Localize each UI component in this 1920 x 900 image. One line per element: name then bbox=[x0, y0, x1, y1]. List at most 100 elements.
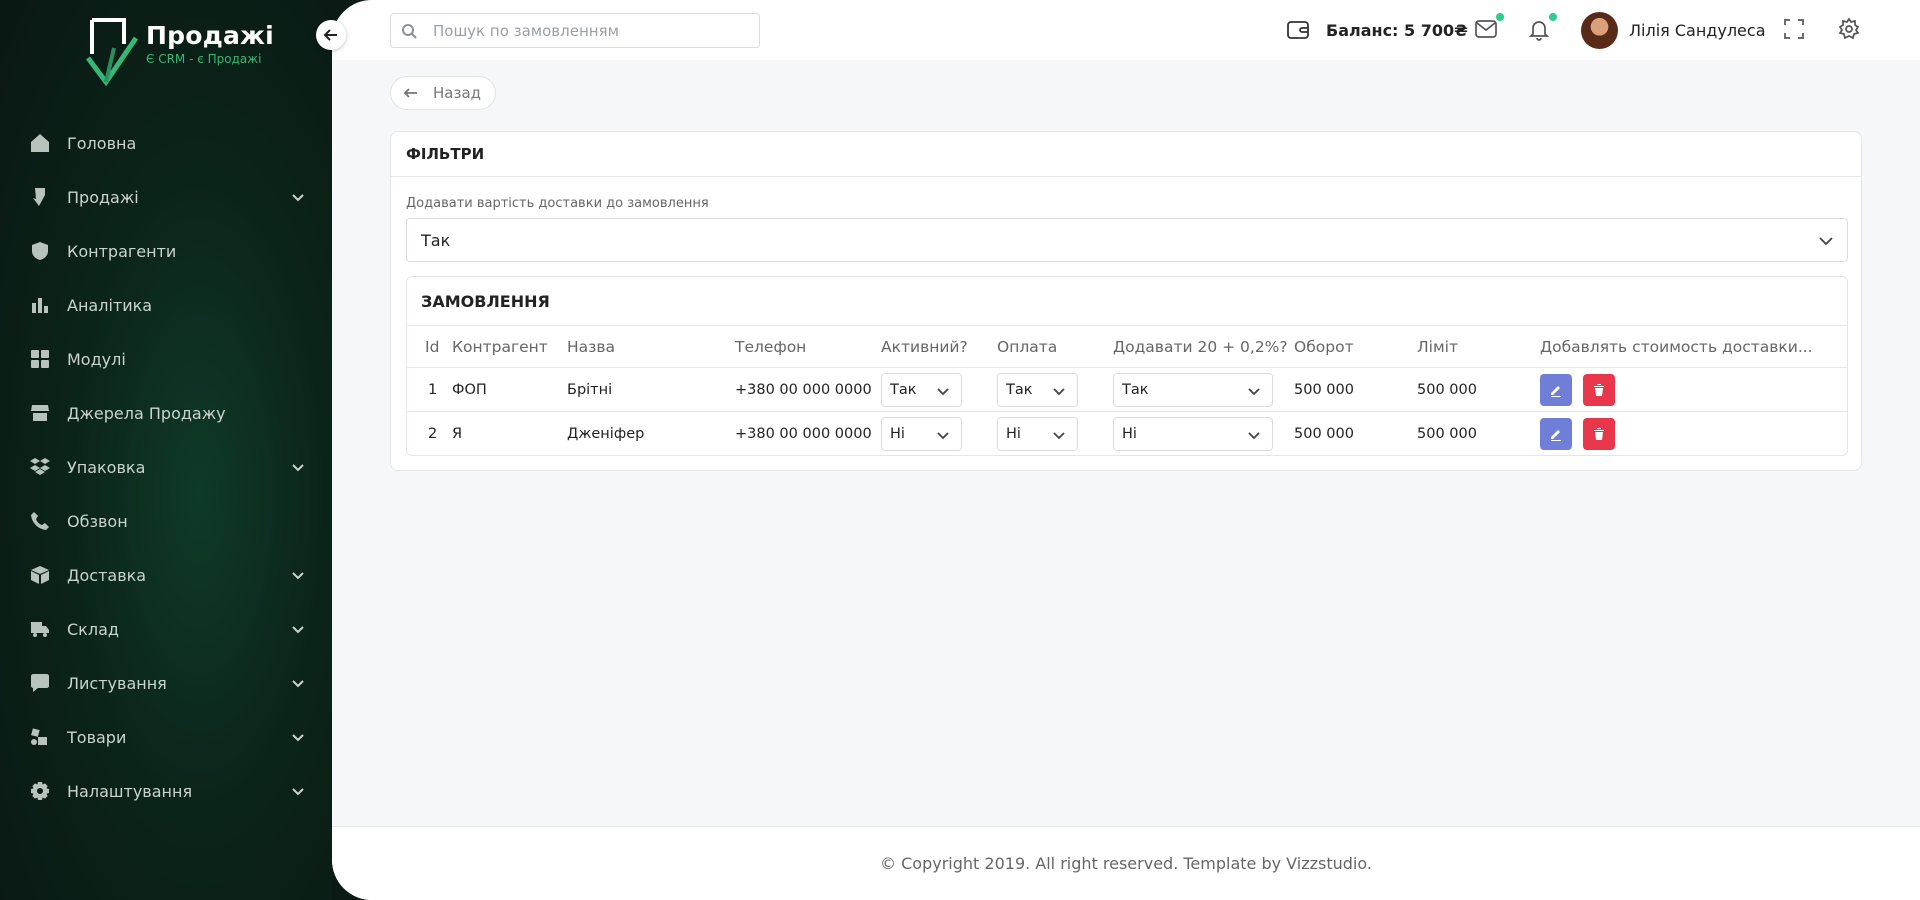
dropbox-icon bbox=[30, 457, 50, 477]
col-name[interactable]: Назва bbox=[567, 325, 735, 368]
user-menu[interactable]: Лілія Сандулеса bbox=[1581, 12, 1766, 49]
sidebar-item-label: Головна bbox=[67, 133, 137, 153]
sidebar-item-warehouse[interactable]: Склад bbox=[0, 602, 332, 656]
sidebar-item-sales-sources[interactable]: Джерела Продажу bbox=[0, 386, 332, 440]
add-fee-value: Ні bbox=[1122, 425, 1137, 442]
edit-button[interactable] bbox=[1540, 417, 1572, 450]
cell-active: Ні bbox=[881, 412, 997, 456]
active-select[interactable]: Ні bbox=[881, 416, 962, 451]
collapse-sidebar-button[interactable] bbox=[316, 20, 346, 50]
col-turnover[interactable]: Оборот bbox=[1294, 325, 1417, 368]
sidebar-nav: Головна Продажі Контрагенти Аналітика Мо… bbox=[0, 116, 332, 818]
sidebar-item-settings[interactable]: Налаштування bbox=[0, 764, 332, 818]
user-shield-icon bbox=[30, 241, 50, 261]
active-value: Ні bbox=[890, 425, 905, 442]
fullscreen-icon bbox=[1784, 19, 1804, 39]
user-name: Лілія Сандулеса bbox=[1629, 21, 1766, 40]
mail-icon bbox=[1475, 20, 1497, 38]
add-fee-select[interactable]: Так bbox=[1113, 372, 1273, 407]
orders-title: ЗАМОВЛЕННЯ bbox=[421, 291, 550, 311]
phone-icon bbox=[30, 511, 50, 531]
chevron-down-icon[interactable] bbox=[290, 675, 306, 691]
notifications-button[interactable] bbox=[1527, 13, 1557, 43]
sidebar-item-messages[interactable]: Листування bbox=[0, 656, 332, 710]
cell-actions bbox=[1540, 367, 1847, 412]
search-input[interactable] bbox=[433, 21, 733, 40]
col-payment[interactable]: Оплата bbox=[997, 325, 1113, 368]
payment-select[interactable]: Так bbox=[997, 372, 1078, 407]
back-button[interactable]: Назад bbox=[390, 76, 496, 110]
payment-value: Ні bbox=[1006, 425, 1021, 442]
sidebar-item-products[interactable]: Товари bbox=[0, 710, 332, 764]
sidebar-item-sales[interactable]: Продажі bbox=[0, 170, 332, 224]
col-active[interactable]: Активний? bbox=[881, 325, 997, 368]
payment-select[interactable]: Ні bbox=[997, 416, 1078, 451]
logo[interactable]: Продажі Є CRM - є Продажі bbox=[84, 18, 274, 86]
chevron-down-icon[interactable] bbox=[290, 729, 306, 745]
chevron-down-icon bbox=[1819, 237, 1833, 246]
chevron-down-icon bbox=[1053, 432, 1065, 440]
chevron-down-icon[interactable] bbox=[290, 783, 306, 799]
sidebar-item-counterparties[interactable]: Контрагенти bbox=[0, 224, 332, 278]
arrow-left-icon bbox=[323, 29, 337, 41]
chevron-down-icon[interactable] bbox=[290, 459, 306, 475]
col-limit[interactable]: Ліміт bbox=[1417, 325, 1540, 368]
col-phone[interactable]: Телефон bbox=[735, 325, 881, 368]
chart-icon bbox=[30, 295, 50, 315]
bell-icon bbox=[1528, 21, 1550, 41]
chevron-down-icon[interactable] bbox=[290, 567, 306, 583]
filters-card: ФІЛЬТРИ Додавати вартість доставки до за… bbox=[390, 131, 1862, 471]
avatar bbox=[1581, 12, 1618, 49]
main-content: Баланс: 5 700₴ Лілія Сандулеса Назад ФІЛ… bbox=[332, 0, 1920, 900]
cell-counterparty: ФОП bbox=[452, 367, 567, 412]
sidebar-item-modules[interactable]: Модулі bbox=[0, 332, 332, 386]
trash-icon bbox=[1593, 383, 1604, 396]
table-header-row: Id Контрагент Назва Телефон Активний? Оп… bbox=[407, 325, 1847, 368]
sidebar-item-label: Склад bbox=[67, 619, 119, 639]
delete-button[interactable] bbox=[1582, 417, 1615, 450]
edit-button[interactable] bbox=[1540, 373, 1572, 406]
sidebar-item-packaging[interactable]: Упаковка bbox=[0, 440, 332, 494]
settings-button[interactable] bbox=[1837, 17, 1863, 43]
col-counterparty[interactable]: Контрагент bbox=[452, 325, 567, 368]
cell-id: 2 bbox=[428, 425, 438, 442]
cell-add-fee: Ні bbox=[1113, 412, 1294, 456]
add-fee-select[interactable]: Ні bbox=[1113, 416, 1273, 451]
pencil-icon bbox=[1551, 429, 1561, 441]
sidebar-item-label: Листування bbox=[67, 673, 167, 693]
delete-button[interactable] bbox=[1582, 373, 1615, 406]
chevron-down-icon[interactable] bbox=[290, 621, 306, 637]
delivery-cost-select[interactable]: Так bbox=[406, 218, 1848, 262]
fullscreen-button[interactable] bbox=[1782, 17, 1808, 43]
box-icon bbox=[30, 565, 50, 585]
sidebar-item-analytics[interactable]: Аналітика bbox=[0, 278, 332, 332]
active-select[interactable]: Так bbox=[881, 372, 962, 407]
col-delivery-cost[interactable]: Добавлять стоимость доставки... bbox=[1540, 325, 1847, 368]
orders-table: Id Контрагент Назва Телефон Активний? Оп… bbox=[407, 325, 1847, 456]
sidebar-item-label: Контрагенти bbox=[67, 241, 177, 261]
logo-icon bbox=[86, 18, 139, 86]
chat-icon bbox=[30, 673, 50, 693]
sidebar-item-label: Продажі bbox=[67, 187, 139, 207]
back-label: Назад bbox=[433, 84, 482, 102]
sidebar-item-home[interactable]: Головна bbox=[0, 116, 332, 170]
sidebar-item-calls[interactable]: Обзвон bbox=[0, 494, 332, 548]
delivery-cost-value: Так bbox=[421, 230, 451, 250]
col-add-fee[interactable]: Додавати 20 + 0,2%? bbox=[1113, 325, 1294, 368]
col-id[interactable]: Id bbox=[407, 325, 452, 368]
sidebar-item-delivery[interactable]: Доставка bbox=[0, 548, 332, 602]
search-icon bbox=[402, 23, 417, 39]
notification-dot bbox=[1549, 13, 1557, 21]
cell-actions bbox=[1540, 412, 1847, 456]
chevron-down-icon bbox=[1248, 387, 1260, 395]
sidebar: Продажі Є CRM - є Продажі Головна Продаж… bbox=[0, 0, 332, 900]
grid-icon bbox=[30, 349, 50, 369]
footer: © Copyright 2019. All right reserved. Te… bbox=[332, 826, 1920, 900]
cell-phone: +380 00 000 0000 bbox=[735, 367, 881, 412]
chevron-down-icon[interactable] bbox=[290, 189, 306, 205]
sales-icon bbox=[30, 187, 50, 207]
delivery-cost-label: Додавати вартість доставки до замовлення bbox=[406, 196, 709, 211]
search-box[interactable] bbox=[390, 13, 760, 48]
balance[interactable]: Баланс: 5 700₴ bbox=[1286, 18, 1468, 42]
mail-button[interactable] bbox=[1474, 13, 1504, 43]
